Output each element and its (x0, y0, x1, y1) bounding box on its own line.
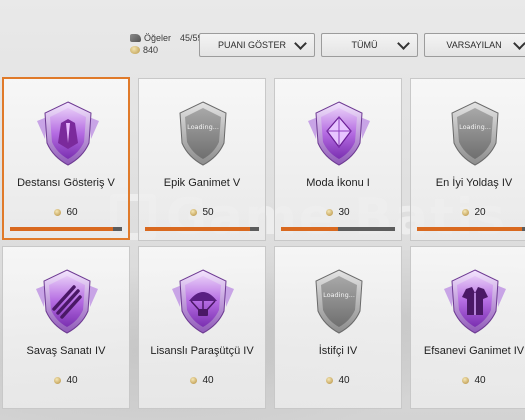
achievement-card[interactable]: Loading... Epik Ganimet V 50 (138, 78, 266, 241)
price-value: 40 (66, 375, 78, 386)
loading-text: Loading... (187, 123, 219, 131)
loading-text: Loading... (323, 291, 355, 299)
price: 30 (275, 207, 401, 218)
progress-bar (417, 227, 525, 231)
price-value: 50 (202, 207, 214, 218)
dropdown-label: TÜMÜ (351, 40, 378, 50)
loading-text: Loading... (459, 123, 491, 131)
progress-fill (145, 227, 250, 231)
price: 60 (4, 207, 128, 218)
coin-icon (326, 377, 334, 384)
progress-fill (417, 227, 522, 231)
progress-fill (10, 227, 114, 231)
achievement-card[interactable]: Efsanevi Ganimet IV 40 (410, 246, 525, 409)
achievement-card[interactable]: Destansı Gösteriş V 60 (2, 77, 130, 240)
show-points-dropdown[interactable]: PUANI GÖSTER (199, 33, 315, 57)
achievement-name: Moda İkonu I (306, 177, 370, 189)
progress-bar (10, 227, 122, 231)
price: 20 (411, 207, 525, 218)
coin-icon (54, 377, 62, 384)
achievement-card[interactable]: Savaş Sanatı IV 40 (2, 246, 130, 409)
achievement-card[interactable]: Moda İkonu I 30 (274, 78, 402, 241)
price-value: 40 (338, 375, 350, 386)
price-value: 20 (474, 207, 486, 218)
loading-shield-icon: Loading... (179, 101, 227, 166)
purple-shield-parachute-icon (172, 269, 234, 334)
purple-shield-claw-icon (36, 269, 98, 334)
points-icon (130, 46, 140, 54)
price: 50 (139, 207, 265, 218)
price: 40 (411, 375, 525, 386)
achievement-name: Destansı Gösteriş V (17, 177, 115, 189)
chevron-down-icon (294, 36, 307, 50)
points-value: 840 (143, 45, 159, 55)
achievement-name: Efsanevi Ganimet IV (423, 345, 525, 357)
achievement-name: Savaş Sanatı IV (26, 345, 106, 357)
items-label: Öğeler (144, 33, 172, 43)
coin-icon (462, 377, 470, 384)
loading-shield-icon: Loading... (451, 101, 499, 166)
price-value: 40 (474, 375, 486, 386)
price-value: 60 (66, 207, 78, 218)
achievement-name: En İyi Yoldaş IV (435, 177, 513, 189)
loading-shield-icon: Loading... (315, 269, 363, 334)
coin-icon (190, 209, 198, 216)
purple-shield-cape-icon (37, 101, 99, 166)
coin-icon (462, 209, 470, 216)
filter-all-dropdown[interactable]: TÜMÜ (321, 33, 418, 57)
header: Öğeler 45/59 840 PUANI GÖSTER TÜMÜ VARSA… (0, 0, 525, 70)
progress-bar (281, 227, 395, 231)
coin-icon (190, 377, 198, 384)
progress-bar (145, 227, 259, 231)
collection-stats: Öğeler 45/59 840 (130, 32, 203, 56)
achievement-card[interactable]: Loading... İstifçi IV 40 (274, 246, 402, 409)
dropdown-label: VARSAYILAN (446, 40, 502, 50)
price: 40 (3, 375, 129, 386)
achievement-card[interactable]: Lisanslı Paraşütçü IV 40 (138, 246, 266, 409)
dropdown-label: PUANI GÖSTER (217, 40, 286, 50)
price-value: 40 (202, 375, 214, 386)
achievement-name: Lisanslı Paraşütçü IV (150, 345, 254, 357)
items-icon (130, 34, 141, 42)
chevron-down-icon (397, 36, 410, 50)
sort-default-dropdown[interactable]: VARSAYILAN (424, 33, 525, 57)
price-value: 30 (338, 207, 350, 218)
purple-shield-diamond-icon (308, 101, 370, 166)
purple-shield-outfit-icon (444, 269, 506, 334)
achievement-name: İstifçi IV (318, 345, 358, 357)
progress-fill (281, 227, 338, 231)
coin-icon (54, 209, 62, 216)
achievement-name: Epik Ganimet V (163, 177, 241, 189)
coin-icon (326, 209, 334, 216)
price: 40 (139, 375, 265, 386)
achievement-card[interactable]: Loading... En İyi Yoldaş IV 20 (410, 78, 525, 241)
price: 40 (275, 375, 401, 386)
